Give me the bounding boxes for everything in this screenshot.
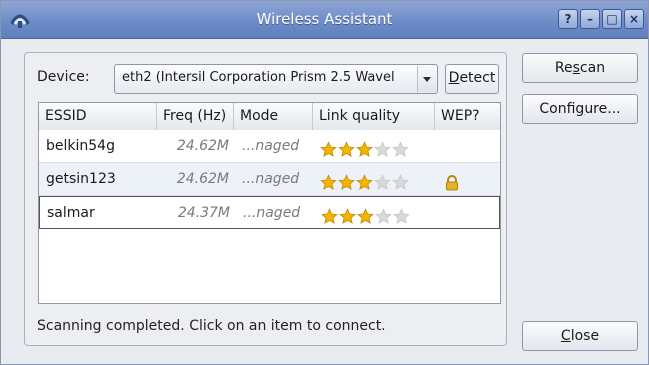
help-button[interactable]: ?	[558, 9, 578, 29]
star-rating	[320, 171, 430, 190]
configure-mnemonic: g	[575, 101, 585, 117]
essid-cell: getsin123	[46, 171, 116, 187]
essid-cell: belkin54g	[46, 138, 115, 154]
device-select[interactable]: eth2 (Intersil Corporation Prism 2.5 Wav…	[114, 64, 438, 94]
configure-button[interactable]: Configure...	[522, 94, 638, 124]
wep-cell	[444, 130, 474, 162]
star-icon	[375, 205, 392, 224]
status-message: Scanning completed. Click on an item to …	[37, 318, 386, 334]
minimize-button[interactable]: –	[580, 9, 600, 29]
frequency-cell: 24.62M	[176, 138, 229, 154]
detect-button[interactable]: Detect	[445, 64, 499, 94]
table-row[interactable]: getsin123 24.62M ...naged	[39, 163, 500, 196]
mode-cell: ...naged	[243, 205, 301, 221]
networks-table[interactable]: ESSID Freq (Hz) Mode Link quality WEP? b…	[38, 102, 501, 304]
mode-cell: ...naged	[242, 138, 300, 154]
star-icon	[374, 171, 391, 190]
detect-mnemonic: D	[448, 70, 460, 86]
star-icon	[339, 205, 356, 224]
star-icon	[357, 205, 374, 224]
table-header: ESSID Freq (Hz) Mode Link quality WEP?	[39, 103, 500, 131]
header-essid[interactable]: ESSID	[39, 103, 157, 130]
network-panel: Device: eth2 (Intersil Corporation Prism…	[24, 52, 507, 346]
wireless-assistant-window: Wireless Assistant ? – □ × Device: eth2 …	[0, 0, 649, 365]
star-icon	[338, 138, 355, 157]
rescan-mnemonic: s	[572, 60, 580, 76]
title-bar[interactable]: Wireless Assistant ? – □ ×	[1, 1, 648, 39]
header-wep[interactable]: WEP?	[435, 103, 500, 130]
link-quality-cell	[321, 197, 433, 229]
window-title: Wireless Assistant	[256, 10, 393, 28]
header-link-quality[interactable]: Link quality	[313, 103, 435, 130]
link-quality-cell	[320, 163, 432, 195]
star-icon	[374, 138, 391, 157]
frequency-cell: 24.62M	[176, 171, 229, 187]
star-icon	[320, 138, 337, 157]
chevron-down-icon[interactable]	[417, 66, 436, 92]
star-icon	[392, 138, 409, 157]
star-icon	[338, 171, 355, 190]
close-button[interactable]: Close	[522, 321, 638, 351]
table-row[interactable]: belkin54g 24.62M ...naged	[39, 130, 500, 163]
star-icon	[356, 138, 373, 157]
table-row[interactable]: salmar 24.37M ...naged	[39, 196, 500, 229]
rescan-button[interactable]: Rescan	[522, 53, 638, 83]
close-mnemonic: C	[560, 328, 571, 344]
maximize-button[interactable]: □	[602, 9, 622, 29]
star-icon	[356, 171, 373, 190]
device-select-value: eth2 (Intersil Corporation Prism 2.5 Wav…	[122, 70, 395, 85]
essid-cell: salmar	[47, 205, 95, 221]
lock-icon	[444, 171, 460, 191]
star-icon	[392, 171, 409, 190]
wep-cell	[444, 163, 474, 195]
header-mode[interactable]: Mode	[234, 103, 313, 130]
star-icon	[320, 171, 337, 190]
mode-cell: ...naged	[242, 171, 300, 187]
wep-cell	[445, 197, 475, 229]
close-window-button[interactable]: ×	[624, 9, 644, 29]
star-rating	[320, 138, 430, 157]
device-label: Device:	[37, 69, 90, 85]
star-rating	[321, 205, 431, 224]
star-icon	[321, 205, 338, 224]
star-icon	[393, 205, 410, 224]
frequency-cell: 24.37M	[177, 205, 230, 221]
header-frequency[interactable]: Freq (Hz)	[157, 103, 234, 130]
link-quality-cell	[320, 130, 432, 162]
